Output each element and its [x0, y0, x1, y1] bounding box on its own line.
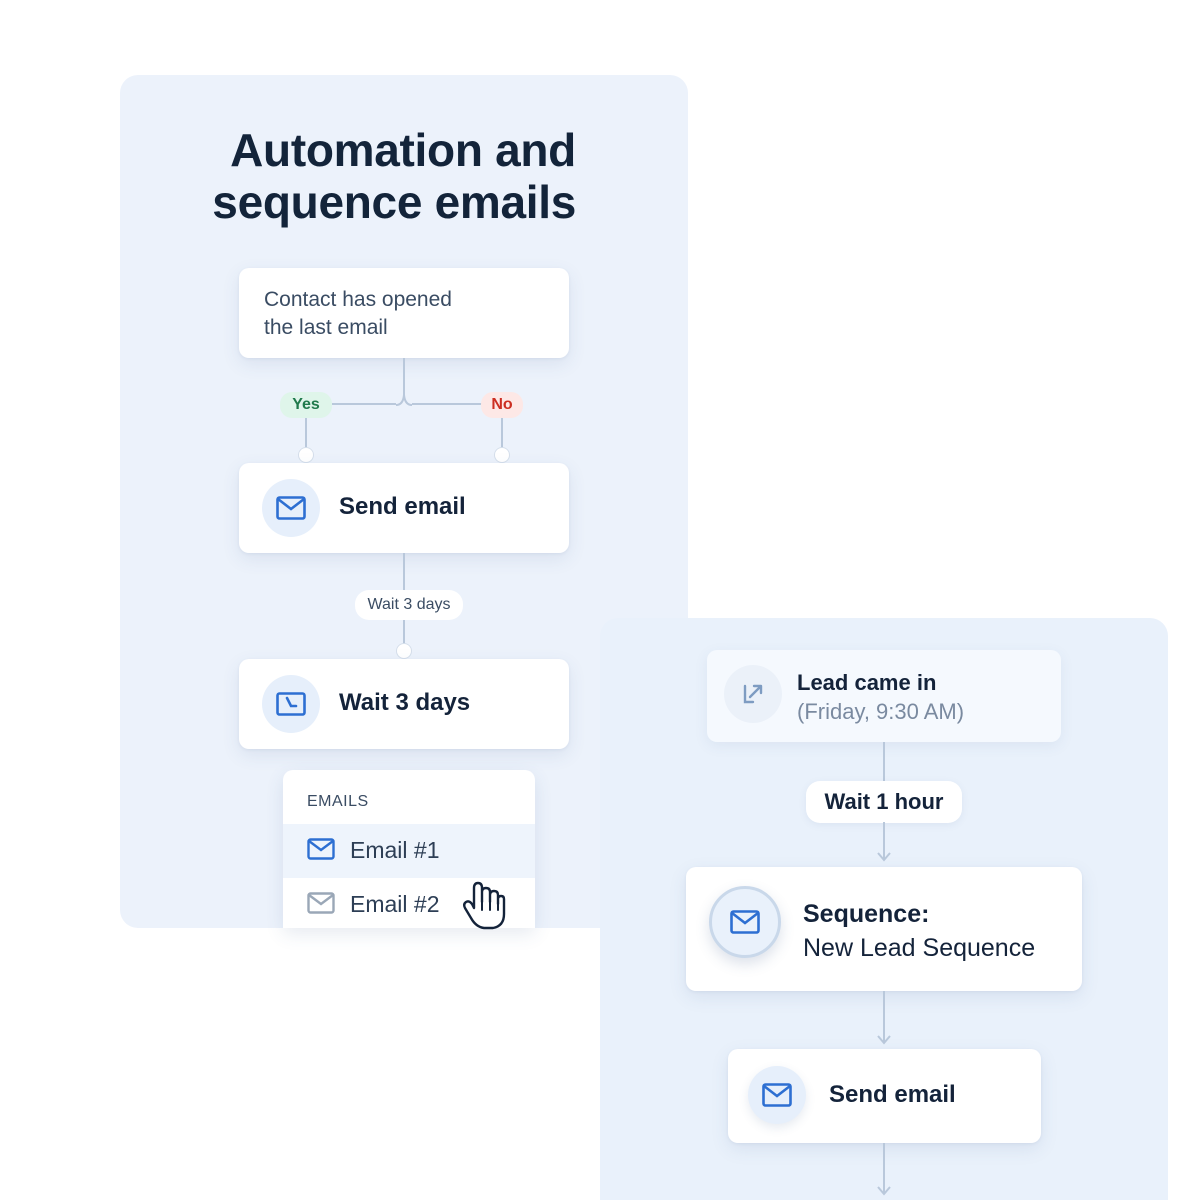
title-line-2: sequence emails: [212, 176, 576, 228]
connector-dot: [495, 448, 509, 462]
email-option-label: Email #1: [350, 837, 440, 863]
page-title: Automation and sequence emails: [116, 124, 576, 228]
emails-dropdown-header: EMAILS: [307, 793, 369, 810]
sequence-title: Sequence:: [803, 900, 930, 928]
sequence-name: New Lead Sequence: [803, 934, 1036, 962]
arrow-down-icon: [877, 1186, 891, 1196]
branch-no-badge[interactable]: No: [481, 392, 523, 418]
arrow-down-icon: [877, 852, 891, 862]
condition-line-2: the last email: [264, 316, 388, 339]
connector-line: [332, 403, 396, 405]
connector-curve: [395, 394, 413, 406]
envelope-icon: [748, 1066, 806, 1124]
lead-trigger-time: (Friday, 9:30 AM): [797, 699, 965, 724]
clock-icon: [262, 675, 320, 733]
condition-line-1: Contact has opened: [264, 288, 452, 311]
envelope-icon: [262, 479, 320, 537]
envelope-icon: [709, 886, 781, 958]
connector-dot: [397, 644, 411, 658]
connector-line: [403, 358, 405, 396]
connector-line: [412, 403, 482, 405]
connector-dot: [299, 448, 313, 462]
arrow-down-icon: [877, 1035, 891, 1045]
sequence-text: Sequence: New Lead Sequence: [803, 897, 1035, 965]
condition-text: Contact has opened the last email: [264, 286, 524, 342]
wait-hour-badge: Wait 1 hour: [806, 781, 962, 823]
envelope-icon: [307, 838, 335, 865]
lead-arrow-icon: [724, 665, 782, 723]
lead-trigger-text: Lead came in (Friday, 9:30 AM): [797, 668, 964, 726]
send-email-label: Send email: [829, 1081, 956, 1108]
title-line-1: Automation and: [230, 124, 576, 176]
wait-days-badge: Wait 3 days: [355, 590, 463, 620]
branch-yes-badge[interactable]: Yes: [280, 392, 332, 418]
envelope-icon: [307, 892, 335, 919]
wait-days-label: Wait 3 days: [339, 689, 471, 716]
email-option-label: Email #2: [350, 891, 440, 917]
hand-cursor-icon: [463, 881, 506, 930]
email-option-1[interactable]: Email #1: [283, 824, 535, 878]
connector-line: [883, 742, 885, 782]
lead-trigger-title: Lead came in: [797, 670, 937, 695]
send-email-label: Send email: [339, 493, 466, 520]
